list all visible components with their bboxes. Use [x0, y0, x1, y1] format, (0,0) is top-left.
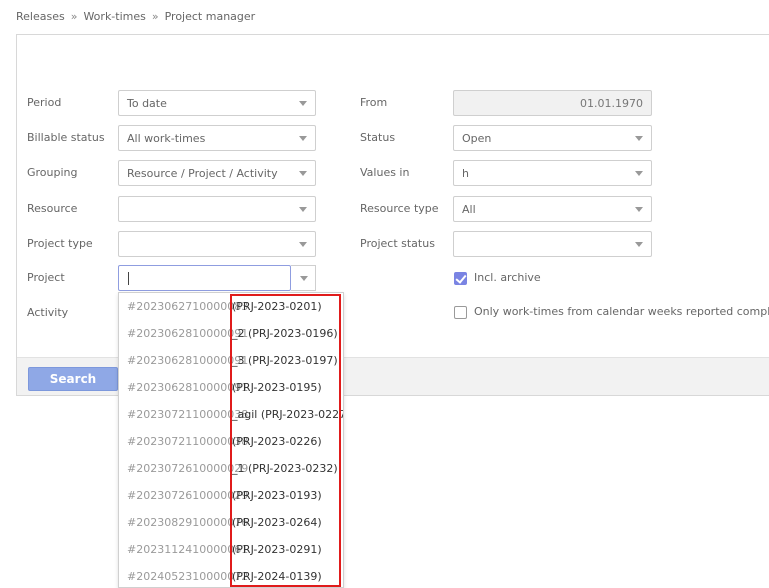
breadcrumb-work-times[interactable]: Work-times [83, 10, 145, 23]
values-in-select[interactable]: h [453, 160, 652, 186]
project-option-key: (PRJ-2024-0139) [232, 570, 322, 583]
project-option[interactable]: #2023072610000029 (PRJ-2023-0193) [119, 482, 343, 509]
project-option[interactable]: #2023062710000083 (PRJ-2023-0201) [119, 293, 343, 320]
breadcrumb-releases[interactable]: Releases [16, 10, 65, 23]
only-complete-weeks-checkbox[interactable] [454, 306, 467, 319]
project-label: Project [27, 271, 65, 284]
project-option[interactable]: #2023072610000029 _1 (PRJ-2023-0232) [119, 455, 343, 482]
project-option-code: #2024052310000072 [127, 570, 249, 583]
from-date-field[interactable]: 01.01.1970 [453, 90, 652, 116]
from-date-value: 01.01.1970 [580, 97, 643, 110]
from-label: From [360, 96, 388, 109]
project-type-label: Project type [27, 237, 93, 250]
project-option[interactable]: #2023062810000091 (PRJ-2023-0195) [119, 374, 343, 401]
project-option-code: #2023072610000029 [127, 489, 249, 502]
resource-type-label: Resource type [360, 202, 439, 215]
chevron-down-icon [299, 207, 307, 212]
project-option-key: (PRJ-2023-0193) [232, 489, 322, 502]
grouping-select[interactable]: Resource / Project / Activity [118, 160, 316, 186]
resource-label: Resource [27, 202, 78, 215]
project-option-code: #2023062710000083 [127, 300, 249, 313]
project-option-code: #2023072110000038 [127, 408, 249, 421]
values-in-value: h [462, 167, 469, 180]
resource-type-value: All [462, 203, 476, 216]
project-status-label: Project status [360, 237, 435, 250]
chevron-down-icon [299, 171, 307, 176]
project-option[interactable]: #2023062810000091 _3 (PRJ-2023-0197) [119, 347, 343, 374]
billable-status-select[interactable]: All work-times [118, 125, 316, 151]
values-in-label: Values in [360, 166, 410, 179]
project-status-select[interactable] [453, 231, 652, 257]
chevron-down-icon [635, 171, 643, 176]
project-dropdown-list: #2023062710000083 (PRJ-2023-0201) #2023062… [118, 292, 344, 588]
incl-archive-checkbox[interactable] [454, 272, 467, 285]
project-option-key: _2 (PRJ-2023-0196) [232, 327, 338, 340]
search-button[interactable]: Search [28, 367, 118, 391]
chevron-down-icon [299, 136, 307, 141]
activity-label: Activity [27, 306, 69, 319]
project-option-code: #2023062810000091 [127, 327, 249, 340]
chevron-down-icon [299, 101, 307, 106]
project-option-key: (PRJ-2023-0195) [232, 381, 322, 394]
project-option[interactable]: #2023082910000076 (PRJ-2023-0264) [119, 509, 343, 536]
project-option[interactable]: #2023112410000061 (PRJ-2023-0291) [119, 536, 343, 563]
project-option[interactable]: #2023072110000038 (PRJ-2023-0226) [119, 428, 343, 455]
chevron-down-icon [300, 276, 308, 281]
project-dropdown-toggle[interactable] [291, 265, 316, 291]
project-option-code: #2023072110000038 [127, 435, 249, 448]
project-input[interactable] [118, 265, 291, 291]
period-value: To date [127, 97, 167, 110]
billable-status-label: Billable status [27, 131, 105, 144]
grouping-label: Grouping [27, 166, 78, 179]
incl-archive-label[interactable]: Incl. archive [474, 271, 541, 285]
project-option-key: _1 (PRJ-2023-0232) [232, 462, 338, 475]
status-select[interactable]: Open [453, 125, 652, 151]
chevron-down-icon [635, 242, 643, 247]
project-option[interactable]: #2024052310000072 (PRJ-2024-0139) [119, 563, 343, 587]
only-complete-weeks-label[interactable]: Only work-times from calendar weeks repo… [474, 305, 769, 319]
project-option-key: _agil (PRJ-2023-0227) [232, 408, 344, 421]
project-option-key: (PRJ-2023-0291) [232, 543, 322, 556]
resource-select[interactable] [118, 196, 316, 222]
period-select[interactable]: To date [118, 90, 316, 116]
resource-type-select[interactable]: All [453, 196, 652, 222]
grouping-value: Resource / Project / Activity [127, 167, 278, 180]
project-option-code: #2023062810000091 [127, 354, 249, 367]
project-option-code: #2023062810000091 [127, 381, 249, 394]
status-value: Open [462, 132, 492, 145]
chevron-down-icon [635, 207, 643, 212]
project-option-code: #2023082910000076 [127, 516, 249, 529]
project-option-key: (PRJ-2023-0201) [232, 300, 322, 313]
breadcrumb-project-manager: Project manager [164, 10, 256, 23]
project-option[interactable]: #2023072110000038 _agil (PRJ-2023-0227) [119, 401, 343, 428]
project-option-key: _3 (PRJ-2023-0197) [232, 354, 338, 367]
text-cursor [128, 272, 129, 285]
project-option-key: (PRJ-2023-0264) [232, 516, 322, 529]
breadcrumb-separator: » [151, 10, 159, 23]
project-option-key: (PRJ-2023-0226) [232, 435, 322, 448]
project-option-code: #2023112410000061 [127, 543, 249, 556]
project-option[interactable]: #2023062810000091 _2 (PRJ-2023-0196) [119, 320, 343, 347]
breadcrumb-separator: » [70, 10, 78, 23]
period-label: Period [27, 96, 62, 109]
project-option-code: #2023072610000029 [127, 462, 249, 475]
status-label: Status [360, 131, 396, 144]
chevron-down-icon [299, 242, 307, 247]
project-type-select[interactable] [118, 231, 316, 257]
breadcrumb: Releases » Work-times » Project manager [16, 10, 255, 23]
chevron-down-icon [635, 136, 643, 141]
billable-status-value: All work-times [127, 132, 206, 145]
